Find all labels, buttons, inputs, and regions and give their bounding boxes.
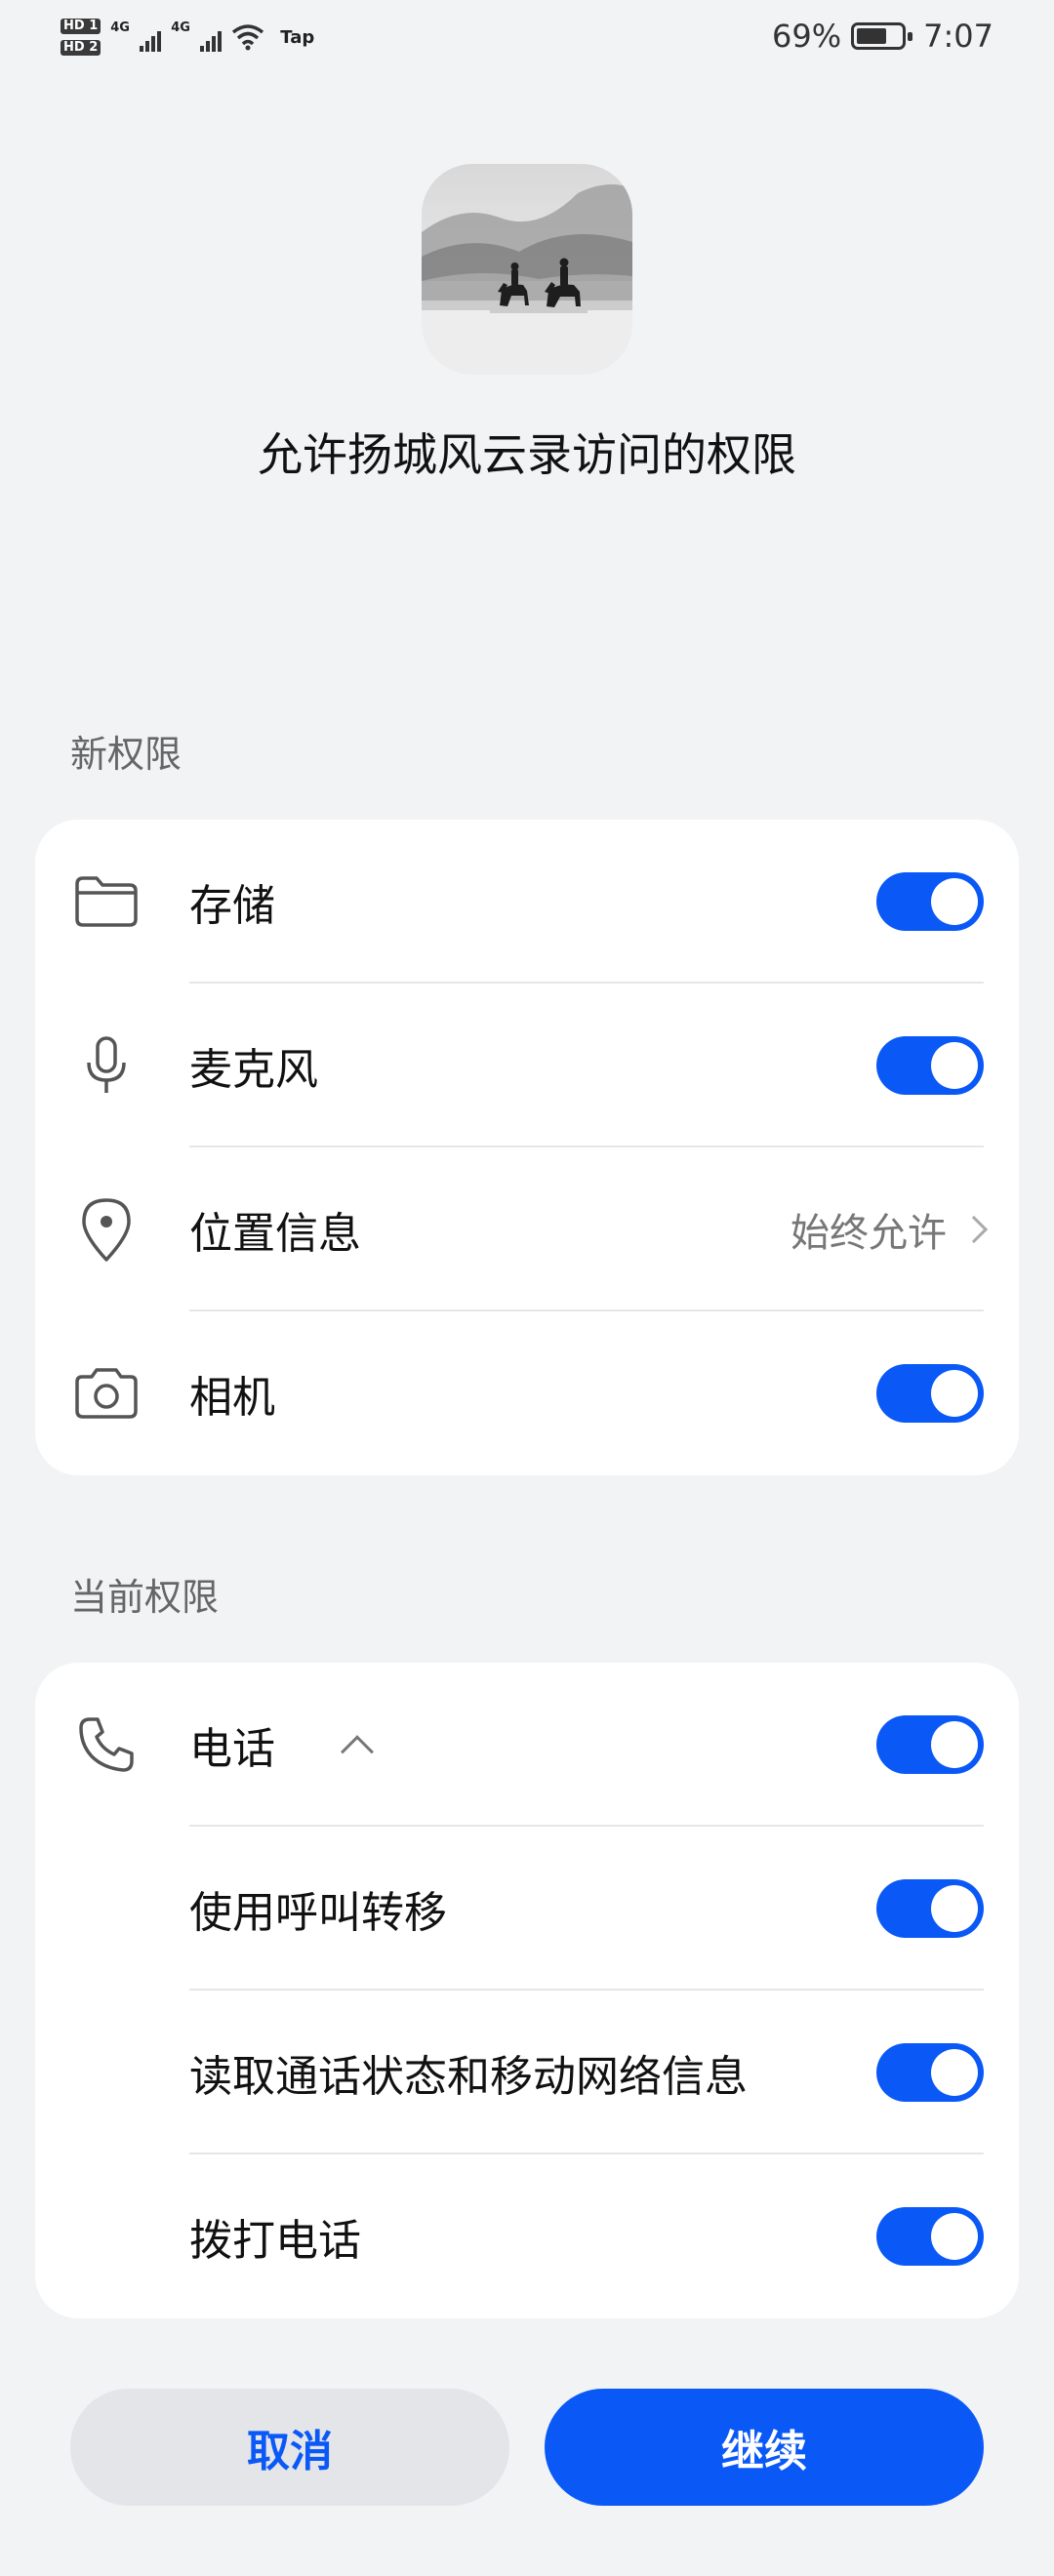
ink-landscape-image xyxy=(422,164,632,375)
continue-button[interactable]: 继续 xyxy=(545,2389,984,2506)
permission-row-read-phone-state[interactable]: 读取通话状态和移动网络信息 xyxy=(35,1991,1019,2154)
tap-indicator: Tap xyxy=(280,26,315,48)
sim1-indicator: HD 1 xyxy=(61,19,101,34)
page-title: 允许扬城风云录访问的权限 xyxy=(258,428,796,481)
toggle-knob xyxy=(931,878,978,925)
sim2-indicator: HD 2 xyxy=(61,40,101,56)
read-phone-state-toggle[interactable] xyxy=(876,2043,984,2102)
network-type-2: 4G xyxy=(171,20,190,35)
permission-label: 读取通话状态和移动网络信息 xyxy=(189,2052,748,2102)
signal-1-icon: 4G xyxy=(110,20,162,52)
chevron-right-icon xyxy=(959,1215,989,1244)
status-left: HD 1 HD 2 4G 4G Tap xyxy=(61,8,314,66)
toggle-knob xyxy=(931,1885,978,1932)
permission-label: 相机 xyxy=(189,1373,275,1423)
phone-toggle[interactable] xyxy=(876,1715,984,1774)
location-pin-icon xyxy=(72,1195,141,1264)
permission-label: 使用呼叫转移 xyxy=(189,1888,447,1938)
section-label-new: 新权限 xyxy=(70,733,182,776)
toggle-knob xyxy=(931,2213,978,2260)
current-permissions-card: 电话 使用呼叫转移 读取通话状态和移动网络信息 拨打电话 xyxy=(35,1663,1019,2318)
sim1-label: HD 1 xyxy=(61,19,101,34)
storage-toggle[interactable] xyxy=(876,872,984,931)
microphone-toggle[interactable] xyxy=(876,1036,984,1095)
folder-icon xyxy=(72,867,141,936)
permission-row-phone[interactable]: 电话 xyxy=(35,1663,1019,1827)
permission-label: 电话 xyxy=(189,1724,275,1774)
sim2-label: HD 2 xyxy=(61,40,101,56)
permission-row-call-forwarding[interactable]: 使用呼叫转移 xyxy=(35,1827,1019,1991)
toggle-knob xyxy=(931,1370,978,1417)
status-right: 69% 7:07 xyxy=(772,12,993,60)
phone-icon xyxy=(72,1711,141,1779)
permission-row-location[interactable]: 位置信息 始终允许 xyxy=(35,1147,1019,1311)
battery-icon xyxy=(851,22,913,50)
signal-2-icon: 4G xyxy=(171,20,223,52)
app-icon xyxy=(422,164,632,375)
make-calls-toggle[interactable] xyxy=(876,2207,984,2266)
toggle-knob xyxy=(931,1721,978,1768)
toggle-knob xyxy=(931,1042,978,1089)
permission-label: 存储 xyxy=(189,881,275,931)
battery-percent: 69% xyxy=(772,18,842,55)
permission-label: 拨打电话 xyxy=(189,2216,361,2266)
call-forwarding-toggle[interactable] xyxy=(876,1879,984,1938)
toggle-knob xyxy=(931,2049,978,2096)
permission-label: 麦克风 xyxy=(189,1045,318,1095)
clock: 7:07 xyxy=(923,18,993,55)
microphone-icon xyxy=(72,1031,141,1100)
permission-row-microphone[interactable]: 麦克风 xyxy=(35,984,1019,1147)
location-value[interactable]: 始终允许 xyxy=(790,1201,989,1258)
chevron-up-icon[interactable] xyxy=(341,1735,374,1769)
cancel-button[interactable]: 取消 xyxy=(70,2389,509,2506)
status-bar: HD 1 HD 2 4G 4G Tap 69% 7:07 xyxy=(0,0,1054,78)
section-label-current: 当前权限 xyxy=(70,1576,220,1619)
camera-icon xyxy=(72,1359,141,1428)
location-value-text: 始终允许 xyxy=(790,1211,947,1256)
sim-indicators: HD 1 HD 2 xyxy=(61,19,101,56)
permission-label: 位置信息 xyxy=(189,1209,361,1259)
permission-row-camera[interactable]: 相机 xyxy=(35,1311,1019,1475)
permission-row-make-calls[interactable]: 拨打电话 xyxy=(35,2154,1019,2318)
wifi-icon xyxy=(232,24,264,51)
camera-toggle[interactable] xyxy=(876,1364,984,1423)
new-permissions-card: 存储 麦克风 位置信息 始终允许 相机 xyxy=(35,820,1019,1475)
battery-cap xyxy=(908,32,913,41)
permission-row-storage[interactable]: 存储 xyxy=(35,820,1019,984)
battery-fill xyxy=(857,28,887,44)
permission-screen: HD 1 HD 2 4G 4G Tap 69% 7:07 允许扬城风云录访问的权… xyxy=(0,0,1054,2576)
network-type-1: 4G xyxy=(110,20,130,35)
